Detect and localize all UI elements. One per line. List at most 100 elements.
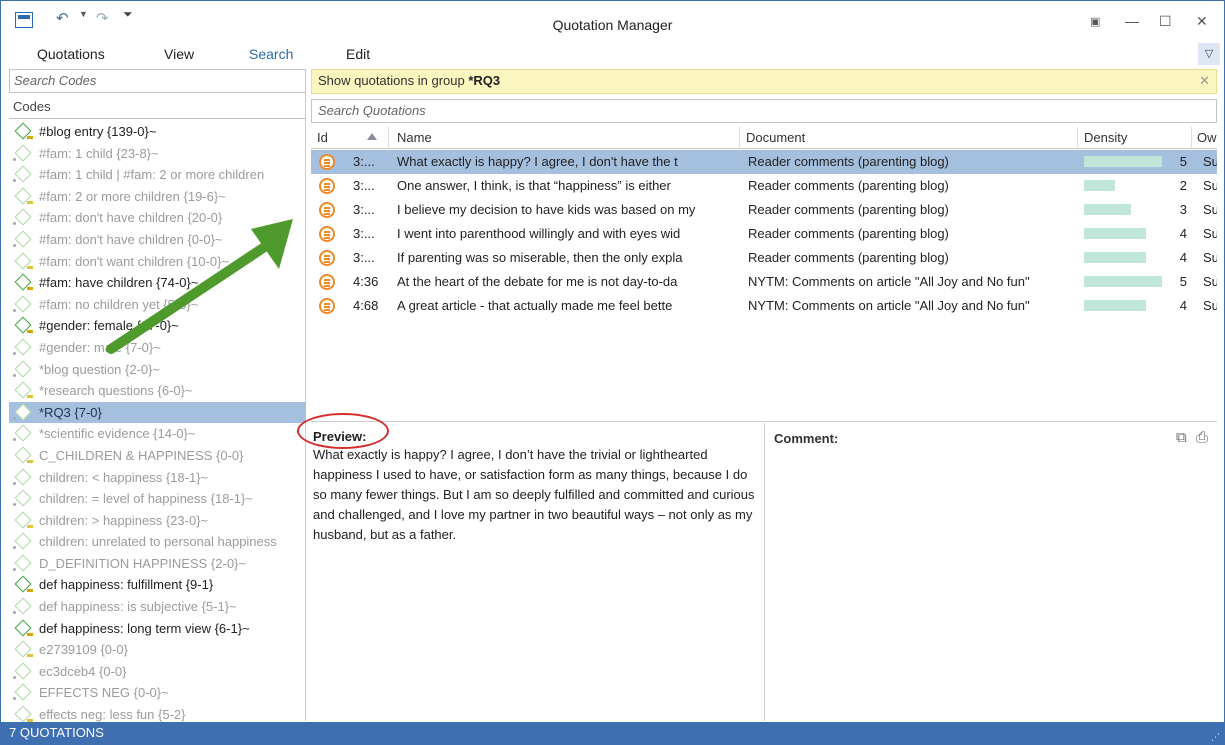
resize-grip-icon[interactable]: ⋰: [1211, 732, 1220, 743]
quotation-icon: [319, 226, 335, 242]
code-marker-icon: [13, 675, 16, 679]
table-row[interactable]: 4:36 At the heart of the debate for me is…: [311, 270, 1217, 294]
column-header-owner[interactable]: Ow: [1197, 130, 1217, 145]
column-header-density[interactable]: Density: [1084, 130, 1127, 145]
pin-icon[interactable]: ▣: [1090, 15, 1100, 28]
code-marker-icon: [13, 373, 16, 377]
code-list-item[interactable]: #fam: 2 or more children {19-6}~: [9, 186, 306, 208]
search-quotations-input[interactable]: Search Quotations: [311, 99, 1217, 123]
collapse-ribbon-icon[interactable]: ▽: [1198, 43, 1220, 65]
code-list-item[interactable]: def happiness: fulfillment {9-1}: [9, 574, 306, 596]
code-list-item[interactable]: #blog entry {139-0}~: [9, 121, 306, 143]
minimize-button[interactable]: —: [1125, 13, 1139, 29]
quotation-icon: [319, 298, 335, 314]
maximize-button[interactable]: ☐: [1159, 13, 1172, 30]
table-row[interactable]: 3:... What exactly is happy? I agree, I d…: [311, 150, 1217, 174]
codes-header: Codes: [9, 98, 306, 119]
code-list-item[interactable]: D_DEFINITION HAPPINESS {2-0}~: [9, 553, 306, 575]
search-codes-input[interactable]: Search Codes: [9, 69, 306, 93]
density-bar: [1084, 276, 1162, 287]
density-value: 4: [1179, 250, 1187, 265]
code-list-item[interactable]: *scientific evidence {14-0}~: [9, 423, 306, 445]
density-bar: [1084, 156, 1162, 167]
code-list-item[interactable]: e2739109 {0-0}: [9, 639, 306, 661]
open-editor-icon[interactable]: ⧉: [1176, 429, 1187, 446]
code-list-item[interactable]: C_CHILDREN & HAPPINESS {0-0}: [9, 445, 306, 467]
column-header-document[interactable]: Document: [746, 130, 805, 145]
quotation-name: A great article - that actually made me …: [397, 298, 673, 313]
group-filter-banner: Show quotations in group *RQ3 ✕: [311, 69, 1217, 94]
density-bar: [1084, 180, 1115, 191]
code-label: #fam: 2 or more children {19-6}~: [39, 188, 226, 204]
code-icon: [14, 230, 32, 248]
code-list-item[interactable]: *RQ3 {7-0}: [9, 401, 306, 424]
code-label: #fam: 1 child {23-8}~: [39, 145, 159, 161]
close-button[interactable]: ✕: [1196, 13, 1208, 30]
quotations-table: Id Name Document Density Ow 3:... What ex…: [311, 127, 1217, 422]
status-bar: 7 QUOTATIONS ⋰: [1, 722, 1224, 745]
quotation-id: 3:...: [353, 226, 375, 241]
quotation-document: Reader comments (parenting blog): [748, 202, 949, 217]
code-icon: [14, 683, 32, 701]
density-bar: [1084, 300, 1146, 311]
density-bar: [1084, 228, 1146, 239]
table-row[interactable]: 3:... One answer, I think, is that “happi…: [311, 174, 1217, 198]
code-icon: [14, 489, 32, 507]
quotation-owner: Su: [1203, 226, 1217, 241]
code-marker-icon: [13, 503, 16, 507]
code-marker-icon: [13, 157, 16, 161]
code-icon: [14, 424, 32, 442]
code-icon: [14, 532, 32, 550]
quotation-owner: Su: [1203, 250, 1217, 265]
code-list-item[interactable]: *blog question {2-0}~: [9, 359, 306, 381]
code-marker-icon: [27, 330, 33, 334]
density-value: 4: [1179, 298, 1187, 313]
code-list-item[interactable]: *research questions {6-0}~: [9, 380, 306, 402]
code-label: *RQ3 {7-0}: [39, 404, 102, 420]
menu-search[interactable]: Search: [249, 46, 293, 62]
clear-filter-icon[interactable]: ✕: [1199, 73, 1210, 89]
quotation-id: 3:...: [353, 154, 375, 169]
code-list-item[interactable]: children: < happiness {18-1}~: [9, 467, 306, 489]
menu-edit[interactable]: Edit: [346, 46, 370, 62]
code-marker-icon: [13, 179, 16, 183]
code-label: #blog entry {139-0}~: [39, 124, 157, 139]
menu-quotations[interactable]: Quotations: [37, 46, 105, 62]
code-icon: [14, 208, 32, 226]
save-comment-icon[interactable]: ⎙: [1196, 429, 1208, 446]
code-list-item[interactable]: children: > happiness {23-0}~: [9, 510, 306, 532]
quotation-owner: Su: [1203, 202, 1217, 217]
code-label: def happiness: fulfillment {9-1}: [39, 577, 214, 593]
code-list-item[interactable]: EFFECTS NEG {0-0}~: [9, 682, 306, 704]
density-value: 4: [1179, 226, 1187, 241]
table-row[interactable]: 3:... I went into parenthood willingly an…: [311, 222, 1217, 246]
quotation-document: Reader comments (parenting blog): [748, 250, 949, 265]
code-marker-icon: [27, 287, 33, 291]
code-label: *scientific evidence {14-0}~: [39, 426, 196, 442]
column-header-name[interactable]: Name: [397, 130, 432, 145]
table-row[interactable]: 4:68 A great article - that actually made…: [311, 294, 1217, 318]
code-list-item[interactable]: children: = level of happiness {18-1}~: [9, 488, 306, 510]
code-label: children: < happiness {18-1}~: [39, 469, 209, 485]
table-row[interactable]: 3:... I believe my decision to have kids …: [311, 198, 1217, 222]
code-list-item[interactable]: def happiness: long term view {6-1}~: [9, 618, 306, 640]
column-header-id[interactable]: Id: [317, 130, 328, 145]
code-list-item[interactable]: children: unrelated to personal happines…: [9, 531, 306, 553]
code-marker-icon: [13, 351, 16, 355]
code-marker-icon: [27, 632, 33, 636]
code-label: C_CHILDREN & HAPPINESS {0-0}: [39, 447, 244, 463]
density-value: 3: [1179, 202, 1187, 217]
quotation-document: NYTM: Comments on article "All Joy and N…: [748, 274, 1030, 289]
code-list-item[interactable]: #fam: 1 child {23-8}~: [9, 143, 306, 165]
code-list-item[interactable]: ec3dceb4 {0-0}: [9, 661, 306, 683]
group-filter-text: Show quotations in group: [318, 73, 469, 88]
code-marker-icon: [13, 567, 16, 571]
menu-view[interactable]: View: [164, 46, 194, 62]
code-list-item[interactable]: def happiness: is subjective {5-1}~: [9, 596, 306, 618]
code-marker-icon: [27, 200, 33, 204]
code-marker-icon: [27, 459, 33, 463]
code-list-item[interactable]: #fam: 1 child | #fam: 2 or more children: [9, 164, 306, 186]
code-icon: [14, 360, 32, 378]
column-separator: [388, 127, 389, 149]
table-row[interactable]: 3:... If parenting was so miserable, then…: [311, 246, 1217, 270]
